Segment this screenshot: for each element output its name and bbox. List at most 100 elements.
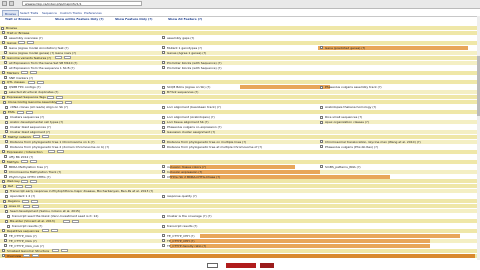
track-checkbox[interactable] [320, 145, 323, 149]
all-off-button[interactable] [30, 179, 38, 183]
track-checkbox[interactable] [162, 224, 165, 228]
all-off-button[interactable] [31, 199, 39, 203]
all-off-button[interactable] [64, 100, 72, 104]
track-checkbox[interactable] [162, 85, 165, 89]
expand-toggle[interactable] [3, 135, 6, 139]
all-off-button[interactable] [30, 71, 38, 75]
expand-toggle[interactable] [2, 254, 5, 258]
expand-toggle[interactable] [2, 179, 5, 183]
all-on-button[interactable] [21, 160, 29, 164]
expand-toggle[interactable] [2, 56, 5, 60]
track-checkbox[interactable] [162, 170, 165, 174]
track-checkbox[interactable] [4, 61, 7, 65]
track-checkbox[interactable] [4, 244, 7, 248]
expand-toggle[interactable] [2, 31, 5, 35]
col-header-entire[interactable]: Show entire Feature Only (?) [55, 17, 104, 21]
track-checkbox[interactable] [320, 115, 323, 119]
all-on-button[interactable] [51, 249, 59, 253]
all-on-button[interactable] [62, 219, 70, 223]
track-checkbox[interactable] [162, 120, 165, 124]
track-checkbox[interactable] [162, 90, 165, 94]
track-checkbox[interactable] [4, 90, 7, 94]
all-off-button[interactable] [55, 95, 63, 99]
track-checkbox[interactable] [162, 145, 165, 149]
track-checkbox[interactable] [4, 66, 7, 70]
track-checkbox[interactable] [162, 36, 165, 40]
expand-toggle[interactable] [5, 219, 8, 223]
all-on-button[interactable] [17, 110, 25, 114]
track-checkbox[interactable] [162, 194, 165, 198]
track-checkbox[interactable] [162, 165, 165, 169]
all-on-button[interactable] [18, 41, 25, 45]
track-checkbox[interactable] [162, 66, 165, 70]
track-checkbox[interactable] [4, 155, 7, 159]
track-checkbox[interactable] [162, 140, 165, 144]
col-header-all[interactable]: Show All Feature (?) [168, 17, 202, 21]
col-header-feature[interactable]: Show Feature Only (?) [115, 17, 153, 21]
track-checkbox[interactable] [162, 175, 165, 178]
track-checkbox[interactable] [4, 36, 7, 40]
track-checkbox[interactable] [5, 145, 8, 149]
all-on-button[interactable] [27, 80, 35, 84]
all-off-button[interactable] [60, 249, 68, 253]
all-on-button[interactable] [55, 100, 63, 104]
track-checkbox[interactable] [4, 165, 7, 169]
all-off-button[interactable] [30, 160, 38, 164]
all-off-button[interactable] [24, 184, 32, 188]
track-checkbox[interactable] [162, 51, 165, 55]
track-checkbox[interactable] [4, 46, 7, 50]
back-icon[interactable] [2, 1, 7, 6]
all-on-button[interactable] [23, 204, 31, 208]
track-checkbox[interactable] [162, 115, 165, 119]
all-off-button[interactable] [26, 110, 34, 114]
all-on-button[interactable] [15, 184, 23, 188]
expand-toggle[interactable] [3, 199, 6, 203]
expand-toggle[interactable] [2, 95, 5, 99]
expand-toggle[interactable] [2, 229, 5, 233]
all-on-button[interactable] [21, 179, 29, 183]
track-checkbox[interactable] [320, 46, 323, 50]
all-on-button[interactable] [54, 56, 62, 60]
track-checkbox[interactable] [5, 130, 8, 134]
all-off-button[interactable] [71, 219, 79, 223]
track-checkbox[interactable] [162, 130, 165, 134]
track-checkbox[interactable] [4, 234, 7, 238]
track-checkbox[interactable] [320, 105, 323, 109]
track-checkbox[interactable] [4, 175, 7, 178]
all-off-button[interactable] [63, 56, 71, 60]
all-off-button[interactable] [42, 135, 50, 139]
expand-toggle[interactable] [3, 184, 6, 188]
track-checkbox[interactable] [7, 214, 10, 218]
track-checkbox[interactable] [5, 140, 8, 144]
track-checkbox[interactable] [162, 61, 165, 65]
all-on-button[interactable] [22, 199, 30, 203]
track-checkbox[interactable] [7, 224, 10, 228]
track-checkbox[interactable] [5, 194, 8, 198]
track-checkbox[interactable] [4, 170, 7, 174]
track-checkbox[interactable] [162, 234, 165, 238]
track-checkbox[interactable] [320, 85, 323, 89]
all-off-button[interactable] [57, 150, 65, 154]
expand-toggle[interactable] [2, 41, 5, 45]
track-checkbox[interactable] [4, 76, 7, 79]
all-off-button[interactable] [36, 80, 44, 84]
track-checkbox[interactable] [5, 189, 8, 193]
track-checkbox[interactable] [5, 125, 8, 129]
track-checkbox[interactable] [5, 115, 8, 119]
all-on-button[interactable] [22, 254, 30, 258]
track-checkbox[interactable] [5, 209, 8, 213]
track-checkbox[interactable] [162, 239, 165, 243]
track-checkbox[interactable] [320, 165, 323, 169]
all-off-button[interactable] [31, 254, 39, 258]
expand-toggle[interactable] [1, 26, 4, 30]
expand-toggle[interactable] [3, 110, 6, 114]
all-off-button[interactable] [51, 229, 58, 233]
expand-toggle[interactable] [2, 160, 5, 164]
track-checkbox[interactable] [5, 120, 8, 124]
expand-toggle[interactable] [2, 150, 5, 154]
url-input[interactable]: wwww.mkp.ca/index.php/mapinfo/1/1 [22, 1, 142, 6]
track-checkbox[interactable] [4, 85, 7, 89]
track-checkbox[interactable] [5, 105, 8, 109]
all-off-button[interactable] [32, 204, 40, 208]
expand-toggle[interactable] [2, 71, 5, 75]
